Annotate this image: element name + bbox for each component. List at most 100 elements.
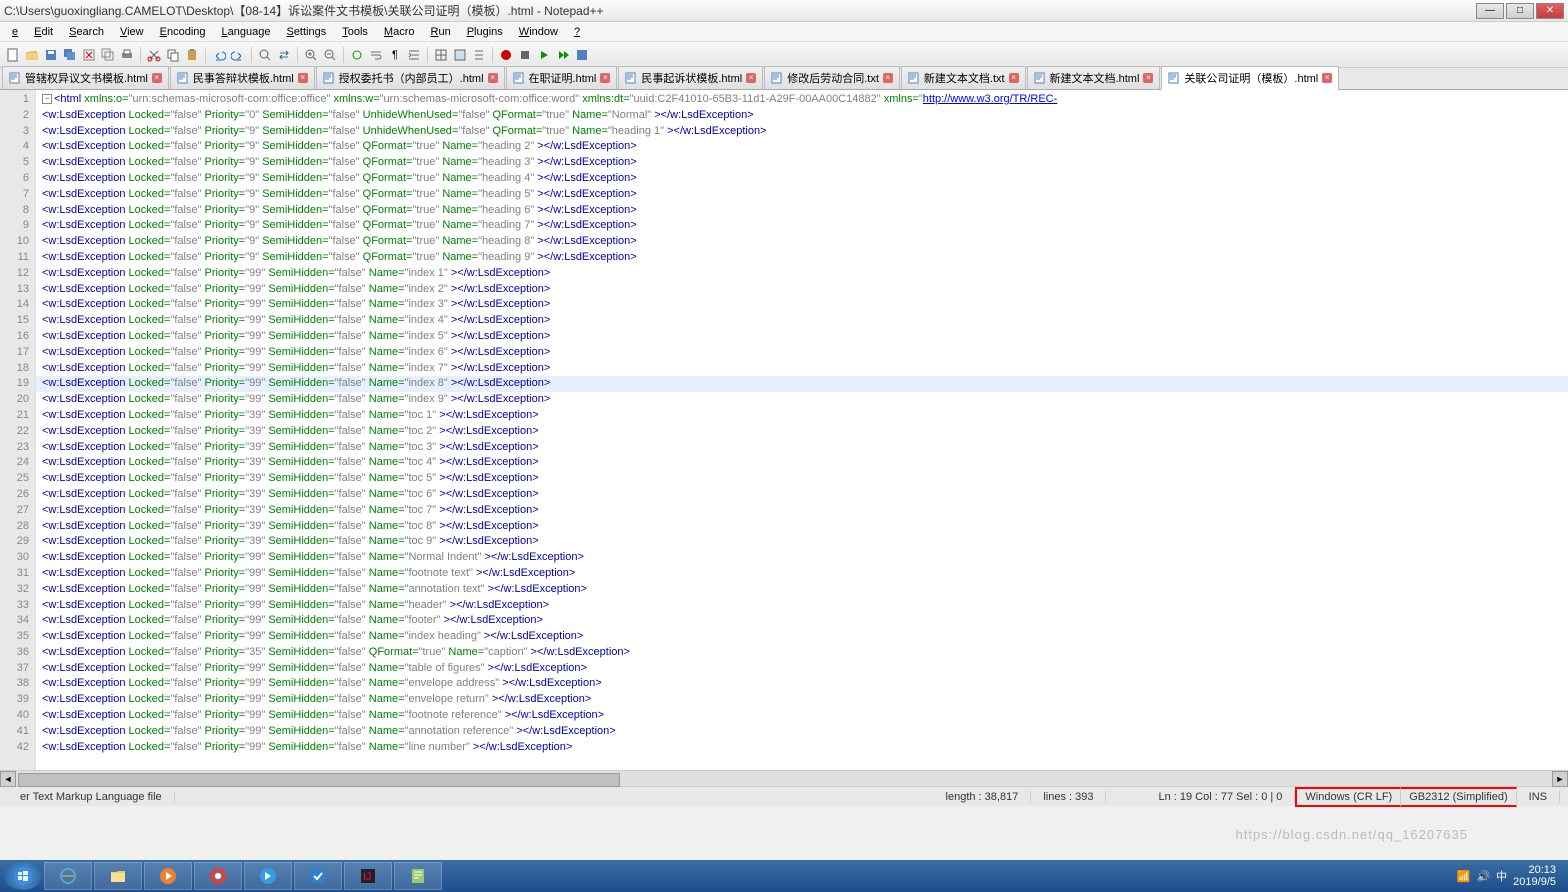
copy-icon[interactable] [164,46,182,64]
play-macro-icon[interactable] [535,46,553,64]
tab-close-icon[interactable]: × [488,73,498,83]
tray-lang-icon[interactable]: 中 [1496,868,1507,884]
tab[interactable]: 新建文本文档.txt × [901,66,1026,89]
menu-search[interactable]: Search [61,24,112,40]
taskbar-media-icon[interactable] [144,862,192,890]
tab[interactable]: 新建文本文档.html× [1027,66,1161,89]
status-eol[interactable]: Windows (CR LF) [1295,787,1401,807]
tab[interactable]: 授权委托书（内部员工）.html× [316,66,505,89]
cut-icon[interactable] [145,46,163,64]
status-encoding[interactable]: GB2312 (Simplified) [1401,787,1516,807]
tray-sound-icon[interactable]: 🔊 [1476,870,1490,883]
windows-taskbar[interactable]: IJ 📶 🔊 中 20:13 2019/9/5 [0,860,1568,892]
fold-toggle[interactable]: − [42,94,52,104]
save-all-icon[interactable] [61,46,79,64]
taskbar-notepadpp-icon[interactable] [394,862,442,890]
minimize-button[interactable]: — [1476,3,1504,19]
menu-view[interactable]: View [112,24,152,40]
menu-e[interactable]: e [4,24,26,40]
close-file-icon[interactable] [80,46,98,64]
tab-close-icon[interactable]: × [1009,73,1019,83]
status-insert-mode: INS [1517,791,1560,803]
tab-close-icon[interactable]: × [746,73,756,83]
zoom-out-icon[interactable] [321,46,339,64]
scroll-track[interactable] [16,771,1552,786]
wordwrap-icon[interactable] [367,46,385,64]
folder-icon[interactable] [432,46,450,64]
menu-settings[interactable]: Settings [278,24,334,40]
tab-close-icon[interactable]: × [152,73,162,83]
paste-icon[interactable] [183,46,201,64]
zoom-in-icon[interactable] [302,46,320,64]
menu-edit[interactable]: Edit [26,24,61,40]
taskbar-app1-icon[interactable] [244,862,292,890]
scroll-right-arrow[interactable]: ► [1552,771,1568,787]
print-icon[interactable] [118,46,136,64]
taskbar-explorer-icon[interactable] [94,862,142,890]
redo-icon[interactable] [229,46,247,64]
save-icon[interactable] [42,46,60,64]
start-button[interactable] [4,862,42,890]
tray-date: 2019/9/5 [1513,876,1556,888]
menu-language[interactable]: Language [214,24,279,40]
tab[interactable]: 民事答辩状模板.html× [170,66,315,89]
tab-close-icon[interactable]: × [1322,73,1332,83]
undo-icon[interactable] [210,46,228,64]
play-multi-icon[interactable] [554,46,572,64]
indent-icon[interactable] [405,46,423,64]
tab-label: 新建文本文档.txt [924,70,1005,86]
tab-close-icon[interactable]: × [600,73,610,83]
tab-label: 在职证明.html [529,70,597,86]
menu-encoding[interactable]: Encoding [152,24,214,40]
maximize-button[interactable]: □ [1506,3,1534,19]
taskbar-chrome-icon[interactable] [194,862,242,890]
horizontal-scrollbar[interactable]: ◄ ► [0,770,1568,786]
new-file-icon[interactable] [4,46,22,64]
toolbar-separator [297,47,298,63]
watermark: https://blog.csdn.net/qq_16207635 [1236,827,1469,842]
allchars-icon[interactable]: ¶ [386,46,404,64]
menu-window[interactable]: Window [511,24,566,40]
sync-icon[interactable] [348,46,366,64]
tab[interactable]: 修改后劳动合同.txt× [764,66,900,89]
scroll-left-arrow[interactable]: ◄ [0,771,16,787]
tab-close-icon[interactable]: × [1143,73,1153,83]
code-area[interactable]: −<html xmlns:o="urn:schemas-microsoft-co… [36,90,1568,770]
tab[interactable]: 管辖权异议文书模板.html× [2,66,169,89]
find-icon[interactable] [256,46,274,64]
close-button[interactable]: ✕ [1536,3,1564,19]
doc-map-icon[interactable] [451,46,469,64]
toolbar-separator [343,47,344,63]
close-all-icon[interactable] [99,46,117,64]
status-filetype: er Text Markup Language file [8,791,175,803]
code-editor[interactable]: 1234567891011121314151617181920212223242… [0,90,1568,770]
toolbar-separator [251,47,252,63]
system-tray[interactable]: 📶 🔊 中 20:13 2019/9/5 [1449,864,1564,888]
tab[interactable]: 在职证明.html× [506,66,618,89]
toolbar-separator [492,47,493,63]
tab[interactable]: 民事起诉状模板.html× [618,66,763,89]
tab-close-icon[interactable]: × [298,73,308,83]
toolbar-separator [140,47,141,63]
taskbar-app2-icon[interactable] [294,862,342,890]
menu-macro[interactable]: Macro [376,24,423,40]
file-icon [908,72,920,84]
record-macro-icon[interactable] [497,46,515,64]
tray-network-icon[interactable]: 📶 [1457,870,1471,883]
menu-?[interactable]: ? [566,24,588,40]
menu-tools[interactable]: Tools [334,24,376,40]
taskbar-intellij-icon[interactable]: IJ [344,862,392,890]
tab[interactable]: 关联公司证明（模板）.html× [1161,66,1339,90]
taskbar-ie-icon[interactable] [44,862,92,890]
tab-close-icon[interactable]: × [883,73,893,83]
tab-bar: 管辖权异议文书模板.html×民事答辩状模板.html×授权委托书（内部员工）.… [0,68,1568,90]
stop-macro-icon[interactable] [516,46,534,64]
menu-plugins[interactable]: Plugins [459,24,511,40]
toolbar: ¶ [0,42,1568,68]
func-list-icon[interactable] [470,46,488,64]
replace-icon[interactable] [275,46,293,64]
open-file-icon[interactable] [23,46,41,64]
menu-run[interactable]: Run [423,24,459,40]
svg-text:IJ: IJ [363,871,372,883]
save-macro-icon[interactable] [573,46,591,64]
